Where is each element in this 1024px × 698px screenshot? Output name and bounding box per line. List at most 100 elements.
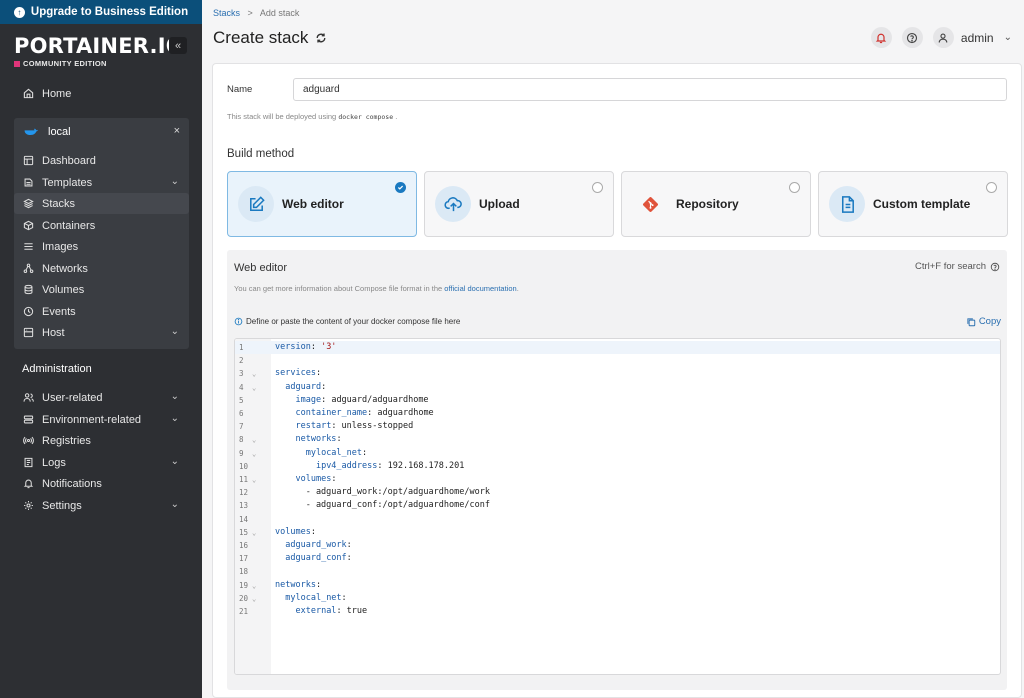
fold-chevron-icon[interactable]: ⌄ xyxy=(252,474,256,487)
code-line[interactable]: 21 external: true xyxy=(235,605,1000,618)
code-line[interactable]: 8 ⌄ networks: xyxy=(235,433,1000,446)
fold-chevron-icon[interactable]: ⌄ xyxy=(252,580,256,593)
code-text: adguard_work: xyxy=(285,540,352,550)
environment-header[interactable]: local × xyxy=(14,122,189,142)
upgrade-banner[interactable]: ↑ Upgrade to Business Edition xyxy=(0,0,202,24)
stack-name-input[interactable]: adguard xyxy=(293,78,1007,101)
code-text: networks: xyxy=(275,579,322,590)
sidebar-item-images[interactable]: Images xyxy=(14,236,189,257)
sidebar-item-notifications[interactable]: Notifications xyxy=(14,473,189,494)
sidebar-item-events[interactable]: Events xyxy=(14,301,189,322)
code-line[interactable]: 1 version: '3' xyxy=(235,341,1000,354)
line-number: 10 xyxy=(239,461,249,471)
fold-chevron-icon[interactable]: ⌄ xyxy=(252,382,256,395)
code-line[interactable]: 11 ⌄ volumes: xyxy=(235,473,1000,486)
portainer-logo[interactable]: PORTAINER.IO COMMUNITY EDITION xyxy=(14,34,184,68)
line-number: 18 xyxy=(239,567,249,577)
fold-chevron-icon[interactable]: ⌄ xyxy=(252,434,256,447)
chevron-down-icon: ⌄ xyxy=(170,499,179,510)
code-line[interactable]: 16 adguard_work: xyxy=(235,539,1000,552)
code-line[interactable]: 19 ⌄ networks: xyxy=(235,579,1000,592)
sidebar-item-label: Environment-related xyxy=(42,413,142,426)
gear-icon xyxy=(22,500,34,512)
sidebar-item-settings[interactable]: Settings ⌄ xyxy=(14,495,189,516)
code-line[interactable]: 13 - adguard_conf:/opt/adguardhome/conf xyxy=(235,499,1000,512)
build-method-custom-template[interactable]: Custom template xyxy=(818,171,1008,237)
help-button[interactable] xyxy=(901,27,923,48)
fold-chevron-icon[interactable]: ⌄ xyxy=(252,368,256,381)
fold-chevron-icon[interactable]: ⌄ xyxy=(252,593,256,606)
code-line[interactable]: 5 image: adguard/adguardhome xyxy=(235,394,1000,407)
close-environment-icon[interactable]: × xyxy=(174,125,180,137)
official-documentation-link[interactable]: official documentation xyxy=(444,284,516,293)
sidebar-item-templates[interactable]: Templates ⌄ xyxy=(14,172,189,193)
breadcrumb-stacks-link[interactable]: Stacks xyxy=(213,8,240,18)
code-text: image: adguard/adguardhome xyxy=(295,394,429,405)
code-line[interactable]: 20 ⌄ mylocal_net: xyxy=(235,592,1000,605)
sidebar-item-label: Containers xyxy=(42,219,96,232)
sidebar-item-volumes[interactable]: Volumes xyxy=(14,279,189,300)
events-icon xyxy=(22,306,34,318)
question-icon[interactable] xyxy=(990,262,1000,272)
notifications-button[interactable] xyxy=(870,27,892,48)
sidebar-item-registries[interactable]: Registries xyxy=(14,430,189,451)
search-hint: Ctrl+F for search xyxy=(915,261,1000,272)
line-number: 3 xyxy=(239,369,244,379)
breadcrumb-current: Add stack xyxy=(259,8,300,18)
header-actions: admin ⌄ xyxy=(870,27,1012,48)
sidebar-item-containers[interactable]: Containers xyxy=(14,215,189,236)
sidebar-item-stacks[interactable]: Stacks xyxy=(14,193,189,214)
radio-checked-icon[interactable] xyxy=(395,182,406,193)
code-line[interactable]: 18 xyxy=(235,565,1000,578)
sidebar-item-label: Logs xyxy=(42,456,66,469)
code-line[interactable]: 17 adguard_conf: xyxy=(235,552,1000,565)
sidebar-item-logs[interactable]: Logs ⌄ xyxy=(14,452,189,473)
code-line[interactable]: 2 xyxy=(235,354,1000,367)
code-line[interactable]: 3 ⌄ services: xyxy=(235,367,1000,380)
collapse-sidebar-button[interactable]: « xyxy=(169,37,187,54)
code-text: adguard_conf: xyxy=(285,553,352,564)
editor-hint-text: Define or paste the content of your dock… xyxy=(246,317,461,326)
code-text: - adguard_work:/opt/adguardhome/work xyxy=(275,487,490,498)
code-line[interactable]: 15 ⌄ volumes: xyxy=(235,526,1000,539)
sidebar-item-label: Events xyxy=(42,305,76,318)
sidebar-item-networks[interactable]: Networks xyxy=(14,258,189,279)
code-line[interactable]: 7 restart: unless-stopped xyxy=(235,420,1000,433)
compose-code-editor[interactable]: 1 version: '3' 2 3 ⌄ services: 4 ⌄ adguard: 5 im… xyxy=(234,338,1001,675)
sidebar-item-home[interactable]: Home xyxy=(14,83,189,104)
fold-chevron-icon[interactable]: ⌄ xyxy=(252,527,256,540)
sidebar-item-label: User-related xyxy=(42,391,103,404)
copy-button[interactable]: Copy xyxy=(966,316,1001,327)
host-icon xyxy=(22,327,34,339)
sidebar-item-environment-related[interactable]: Environment-related ⌄ xyxy=(14,409,189,430)
fold-chevron-icon[interactable]: ⌄ xyxy=(252,448,256,461)
page-title: Create stack xyxy=(213,28,309,47)
environment-icon xyxy=(22,414,34,426)
user-name[interactable]: admin xyxy=(961,31,994,45)
chevron-down-icon: ⌄ xyxy=(170,176,179,187)
build-method-web-editor[interactable]: Web editor xyxy=(227,171,417,237)
sidebar-item-user-related[interactable]: User-related ⌄ xyxy=(14,387,189,408)
code-line[interactable]: 9 ⌄ mylocal_net: xyxy=(235,447,1000,460)
compose-info-text: You can get more information about Compo… xyxy=(234,284,443,293)
build-method-upload[interactable]: Upload xyxy=(424,171,614,237)
radio-unchecked-icon[interactable] xyxy=(592,182,603,193)
code-text: version: '3' xyxy=(275,342,337,352)
code-line[interactable]: 6 container_name: adguardhome xyxy=(235,407,1000,420)
sidebar-item-dashboard[interactable]: Dashboard xyxy=(14,150,189,171)
sidebar-item-host[interactable]: Host ⌄ xyxy=(14,322,189,343)
radio-unchecked-icon[interactable] xyxy=(789,182,800,193)
code-line[interactable]: 4 ⌄ adguard: xyxy=(235,381,1000,394)
radio-unchecked-icon[interactable] xyxy=(986,182,997,193)
code-line[interactable]: 12 - adguard_work:/opt/adguardhome/work xyxy=(235,486,1000,499)
user-avatar[interactable] xyxy=(932,27,954,48)
chevron-down-icon[interactable]: ⌄ xyxy=(1004,32,1012,43)
code-line[interactable]: 14 xyxy=(235,513,1000,526)
line-number: 17 xyxy=(239,554,249,564)
arrow-up-icon: ↑ xyxy=(13,6,25,18)
code-line[interactable]: 10 ipv4_address: 192.168.178.201 xyxy=(235,460,1000,473)
build-method-repository[interactable]: Repository xyxy=(621,171,811,237)
user-icon xyxy=(937,32,949,44)
sidebar-item-label: Networks xyxy=(42,262,88,275)
refresh-icon[interactable] xyxy=(315,32,327,44)
